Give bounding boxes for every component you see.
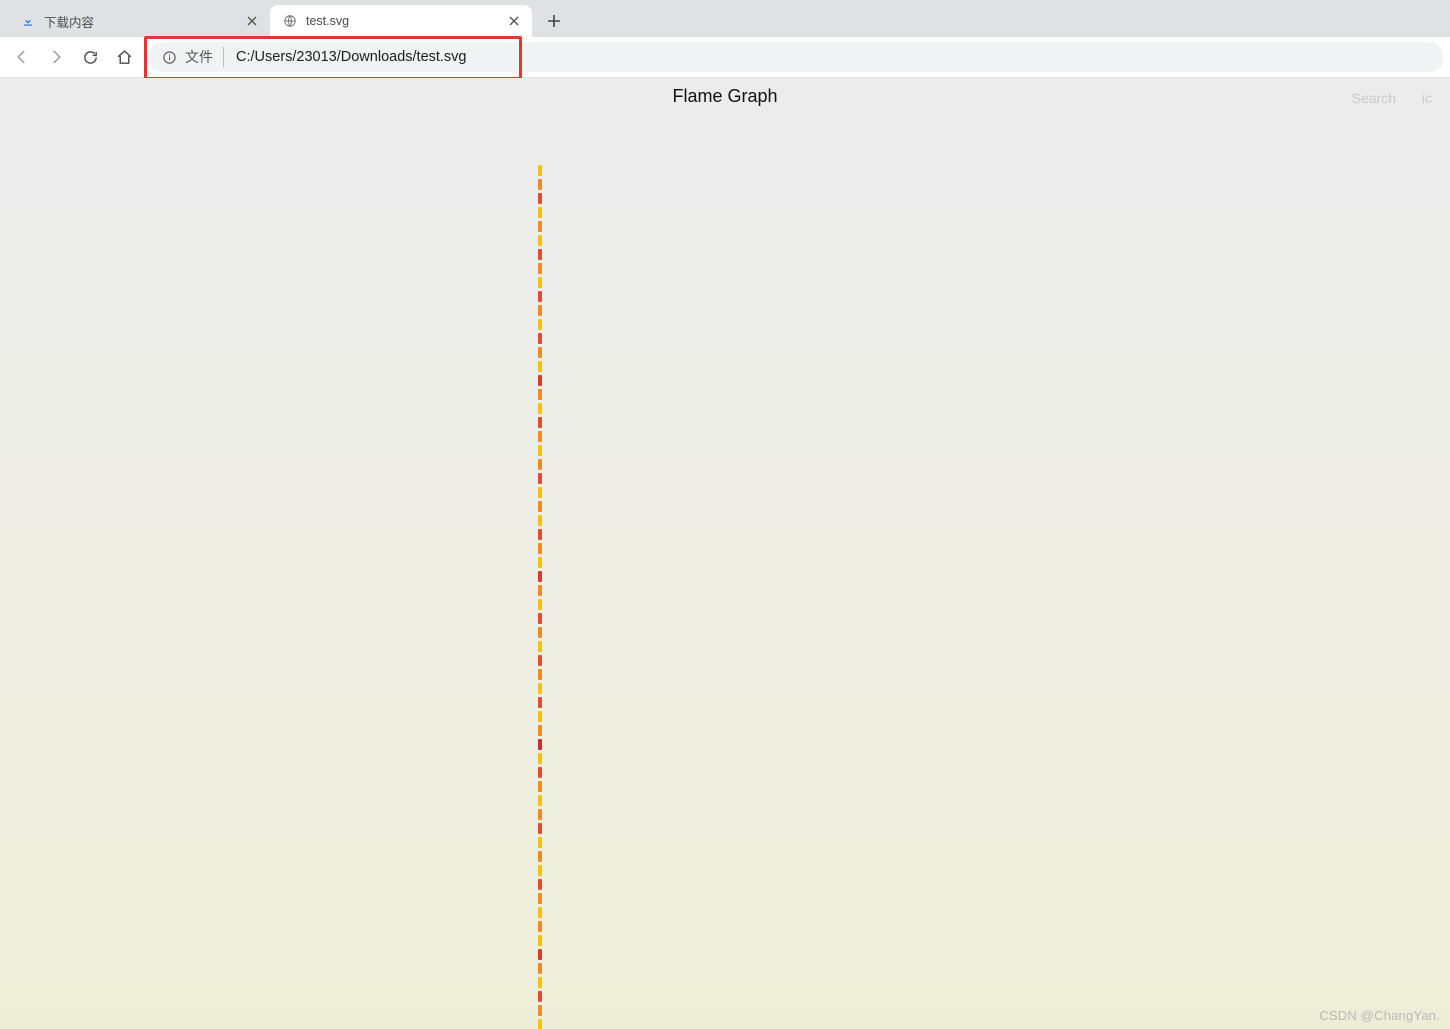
back-button[interactable] xyxy=(6,41,38,73)
flame-frame[interactable] xyxy=(538,865,542,876)
flame-frame[interactable] xyxy=(538,599,542,610)
flame-frame[interactable] xyxy=(538,221,542,232)
flame-frame[interactable] xyxy=(538,725,542,736)
flame-frame[interactable] xyxy=(538,515,542,526)
flame-frame[interactable] xyxy=(538,641,542,652)
flame-frame[interactable] xyxy=(538,501,542,512)
flame-frame[interactable] xyxy=(538,193,542,204)
flame-frame[interactable] xyxy=(538,347,542,358)
tab-strip: 下载内容 test.svg xyxy=(0,0,1450,37)
flame-frame[interactable] xyxy=(538,487,542,498)
flame-frame[interactable] xyxy=(538,235,542,246)
flame-frame[interactable] xyxy=(538,907,542,918)
flame-frame[interactable] xyxy=(538,851,542,862)
new-tab-button[interactable] xyxy=(540,7,568,35)
flame-frame[interactable] xyxy=(538,585,542,596)
flamegraph-search[interactable]: Search xyxy=(1352,90,1396,106)
scheme-chip: 文件 xyxy=(185,47,224,67)
flame-frame[interactable] xyxy=(538,249,542,260)
flame-frame[interactable] xyxy=(538,753,542,764)
info-icon[interactable] xyxy=(162,50,177,65)
flamegraph-ic[interactable]: ic xyxy=(1422,90,1432,106)
flame-frame[interactable] xyxy=(538,459,542,470)
flame-frame[interactable] xyxy=(538,977,542,988)
flame-frame[interactable] xyxy=(538,165,542,176)
reload-button[interactable] xyxy=(74,41,106,73)
page-content: Flame Graph Search ic xyxy=(0,78,1450,1029)
watermark: CSDN @ChangYan. xyxy=(1319,1008,1440,1023)
flame-frame[interactable] xyxy=(538,935,542,946)
flame-frame[interactable] xyxy=(538,823,542,834)
flame-frame[interactable] xyxy=(538,333,542,344)
tab-downloads[interactable]: 下载内容 xyxy=(8,5,270,37)
flame-frame[interactable] xyxy=(538,697,542,708)
flame-frame[interactable] xyxy=(538,291,542,302)
flame-frame[interactable] xyxy=(538,613,542,624)
flame-frame[interactable] xyxy=(538,543,542,554)
flame-frame[interactable] xyxy=(538,795,542,806)
tab-title: 下载内容 xyxy=(44,12,244,31)
download-icon xyxy=(20,13,36,29)
flame-frame[interactable] xyxy=(538,893,542,904)
tab-test-svg[interactable]: test.svg xyxy=(270,5,532,37)
url-input[interactable] xyxy=(234,48,1430,66)
flame-frame[interactable] xyxy=(538,809,542,820)
flame-frame[interactable] xyxy=(538,473,542,484)
flame-frame[interactable] xyxy=(538,571,542,582)
flame-frame[interactable] xyxy=(538,837,542,848)
flamegraph-title: Flame Graph xyxy=(0,86,1450,107)
flame-frame[interactable] xyxy=(538,655,542,666)
flame-frame[interactable] xyxy=(538,557,542,568)
close-icon[interactable] xyxy=(506,13,522,29)
flame-frame[interactable] xyxy=(538,431,542,442)
flame-frame[interactable] xyxy=(538,683,542,694)
flame-frame[interactable] xyxy=(538,207,542,218)
home-button[interactable] xyxy=(108,41,140,73)
flame-frame[interactable] xyxy=(538,179,542,190)
flame-frame[interactable] xyxy=(538,529,542,540)
flame-frame[interactable] xyxy=(538,627,542,638)
flame-frame[interactable] xyxy=(538,879,542,890)
tab-title: test.svg xyxy=(306,14,506,28)
flame-frame[interactable] xyxy=(538,319,542,330)
flame-frame[interactable] xyxy=(538,963,542,974)
flame-frame[interactable] xyxy=(538,1019,542,1029)
flame-frame[interactable] xyxy=(538,669,542,680)
toolbar: 文件 xyxy=(0,37,1450,78)
flame-frame[interactable] xyxy=(538,991,542,1002)
forward-button[interactable] xyxy=(40,41,72,73)
flame-frame[interactable] xyxy=(538,767,542,778)
flame-frame[interactable] xyxy=(538,739,542,750)
flame-frame[interactable] xyxy=(538,305,542,316)
flamegraph-stack[interactable] xyxy=(538,116,542,1029)
close-icon[interactable] xyxy=(244,13,260,29)
globe-icon xyxy=(282,13,298,29)
flame-frame[interactable] xyxy=(538,445,542,456)
flame-frame[interactable] xyxy=(538,375,542,386)
address-bar[interactable]: 文件 xyxy=(148,42,1444,72)
flame-frame[interactable] xyxy=(538,277,542,288)
flame-frame[interactable] xyxy=(538,403,542,414)
flame-frame[interactable] xyxy=(538,263,542,274)
flame-frame[interactable] xyxy=(538,781,542,792)
flame-frame[interactable] xyxy=(538,949,542,960)
flame-frame[interactable] xyxy=(538,361,542,372)
flame-frame[interactable] xyxy=(538,417,542,428)
flame-frame[interactable] xyxy=(538,711,542,722)
flame-frame[interactable] xyxy=(538,921,542,932)
flame-frame[interactable] xyxy=(538,1005,542,1016)
flame-frame[interactable] xyxy=(538,389,542,400)
